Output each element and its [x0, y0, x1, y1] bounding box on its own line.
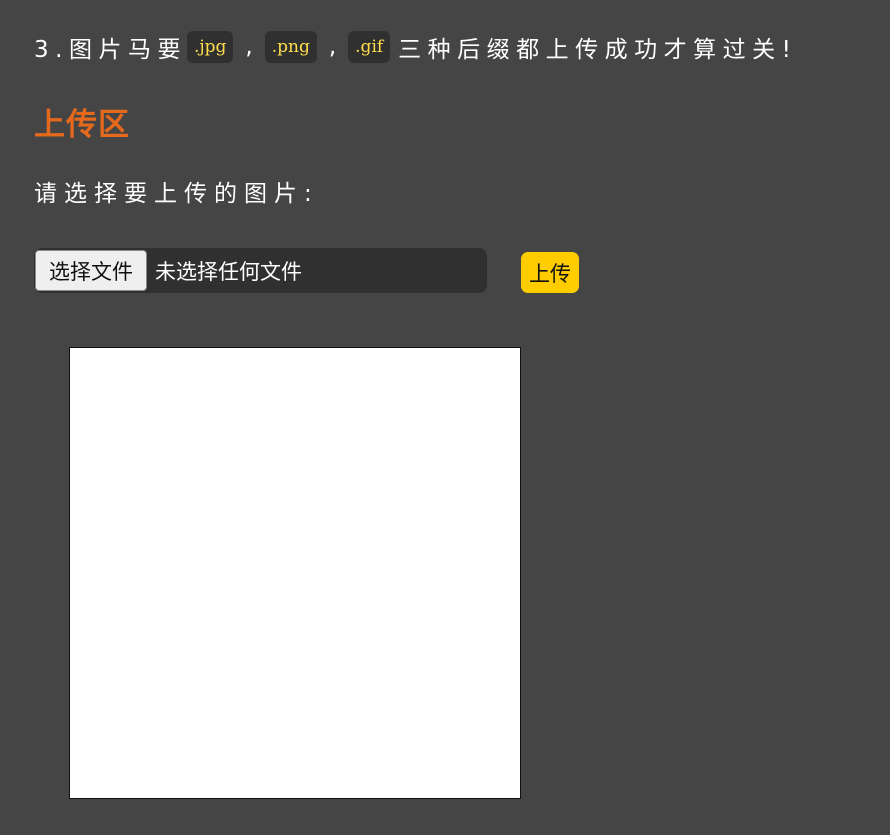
- file-input[interactable]: 选择文件 未选择任何文件: [34, 248, 487, 293]
- instruction-comma-2: ,: [328, 34, 337, 60]
- file-status-text: 未选择任何文件: [155, 259, 302, 284]
- instruction-suffix: 三种后缀都上传成功才算过关!: [398, 37, 798, 63]
- upload-button[interactable]: 上传: [521, 252, 579, 293]
- instruction-line: 3.图片马要 .jpg , .png , .gif 三种后缀都上传成功才算过关!: [34, 28, 797, 66]
- upload-page: 3.图片马要 .jpg , .png , .gif 三种后缀都上传成功才算过关!…: [0, 0, 890, 835]
- image-preview: [69, 347, 521, 799]
- upload-prompt: 请选择要上传的图片:: [34, 181, 319, 207]
- section-title: 上传区: [34, 107, 130, 143]
- instruction-prefix: 3.图片马要: [34, 37, 187, 63]
- instruction-comma-1: ,: [245, 34, 253, 60]
- choose-file-button[interactable]: 选择文件: [35, 250, 147, 291]
- code-ext-png: .png: [264, 31, 317, 63]
- code-ext-jpg: .jpg: [186, 31, 234, 63]
- code-ext-gif: .gif: [348, 31, 391, 63]
